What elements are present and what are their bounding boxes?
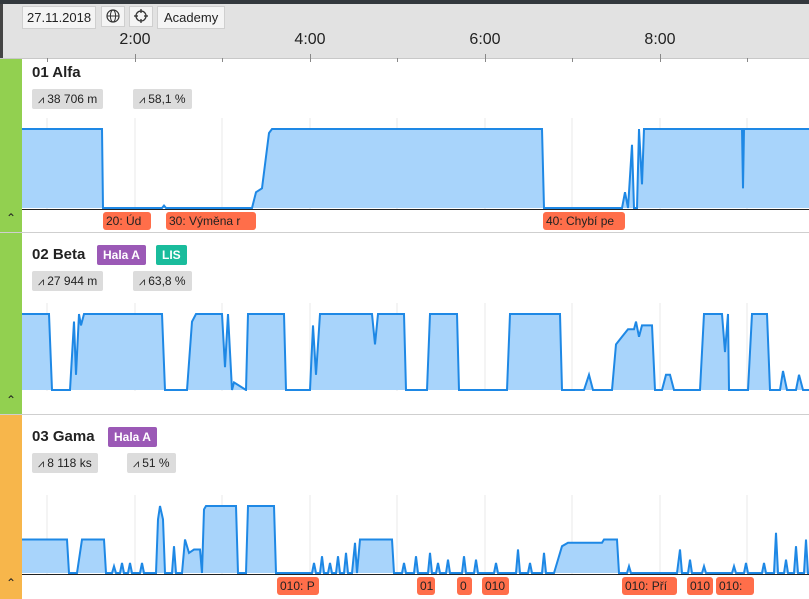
machine-name: 02 Beta (32, 246, 86, 263)
machine-row-alfa[interactable]: 01 Alfa ⩘ 38 706 m ⩘ 58,1 % ⌃ 20: Úd 30: V… (0, 59, 809, 233)
machine-row-gama[interactable]: 03 Gama Hala A ⩘ 8 118 ks ⩘ 51 % ⌃ 010: P … (0, 415, 809, 599)
date-picker[interactable]: 27.11.2018 (22, 6, 97, 29)
globe-icon (106, 9, 120, 23)
meter-icon: ⩘ (38, 94, 45, 106)
lis-badge: LIS (156, 245, 187, 265)
event-chip[interactable]: 010: Pří (622, 577, 677, 595)
machine-name: 03 Gama (32, 428, 95, 445)
event-lane: 20: Úd 30: Výměna r 40: Chybí pe (22, 209, 809, 232)
production-area (22, 314, 809, 390)
timeline-header: 27.11.2018 Academy 2:00 4:00 6:00 8:00 (0, 4, 809, 62)
event-chip[interactable]: 010 (482, 577, 509, 595)
hall-badge: Hala A (97, 245, 146, 265)
production-line (22, 505, 809, 574)
piece-icon: ⩘ (38, 458, 45, 470)
meter-icon: ⩘ (38, 276, 45, 288)
production-chart (22, 118, 809, 209)
production-area (22, 129, 809, 208)
production-chart (22, 303, 809, 391)
event-chip[interactable]: 40: Chybí pe (543, 212, 625, 230)
status-bar (0, 415, 22, 599)
collapse-toggle[interactable]: ⌃ (2, 210, 20, 228)
status-bar (0, 233, 22, 414)
event-chip[interactable]: 010: (716, 577, 754, 595)
time-label-6: 6:00 (469, 31, 501, 48)
oee-stat: ⩘ 58,1 % (133, 89, 192, 109)
length-stat: ⩘ 27 944 m (32, 271, 104, 291)
count-stat: ⩘ 8 118 ks (32, 453, 98, 473)
crosshair-icon (134, 9, 148, 23)
production-chart (22, 495, 809, 574)
machine-name: 01 Alfa (32, 64, 81, 81)
crosshair-button[interactable] (129, 6, 153, 27)
collapse-toggle[interactable]: ⌃ (2, 392, 20, 410)
length-stat: ⩘ 38 706 m (32, 89, 104, 109)
hall-badge: Hala A (108, 427, 157, 447)
event-chip[interactable]: 010 (687, 577, 713, 595)
event-chip[interactable]: 0 (457, 577, 472, 595)
event-chip[interactable]: 010: P (277, 577, 319, 595)
oee-icon: ⩘ (139, 94, 146, 106)
oee-stat: ⩘ 51 % (127, 453, 176, 473)
event-chip[interactable]: 30: Výměna r (166, 212, 256, 230)
oee-stat: ⩘ 63,8 % (133, 271, 192, 291)
globe-button[interactable] (101, 6, 125, 27)
time-label-4: 4:00 (294, 31, 326, 48)
location-selector[interactable]: Academy (157, 6, 226, 29)
collapse-toggle[interactable]: ⌃ (2, 575, 20, 593)
event-lane: 010: P 01 0 010 010: Pří 010 010: (22, 574, 809, 597)
header-left-accent (0, 4, 3, 58)
time-label-2: 2:00 (119, 31, 151, 48)
status-bar (0, 59, 22, 232)
oee-icon: ⩘ (139, 276, 146, 288)
event-chip[interactable]: 01 (417, 577, 435, 595)
machine-row-beta[interactable]: 02 Beta Hala A LIS ⩘ 27 944 m ⩘ 63,8 % ⌃ (0, 233, 809, 415)
oee-icon: ⩘ (133, 458, 140, 470)
time-label-8: 8:00 (644, 31, 676, 48)
event-chip[interactable]: 20: Úd (103, 212, 151, 230)
